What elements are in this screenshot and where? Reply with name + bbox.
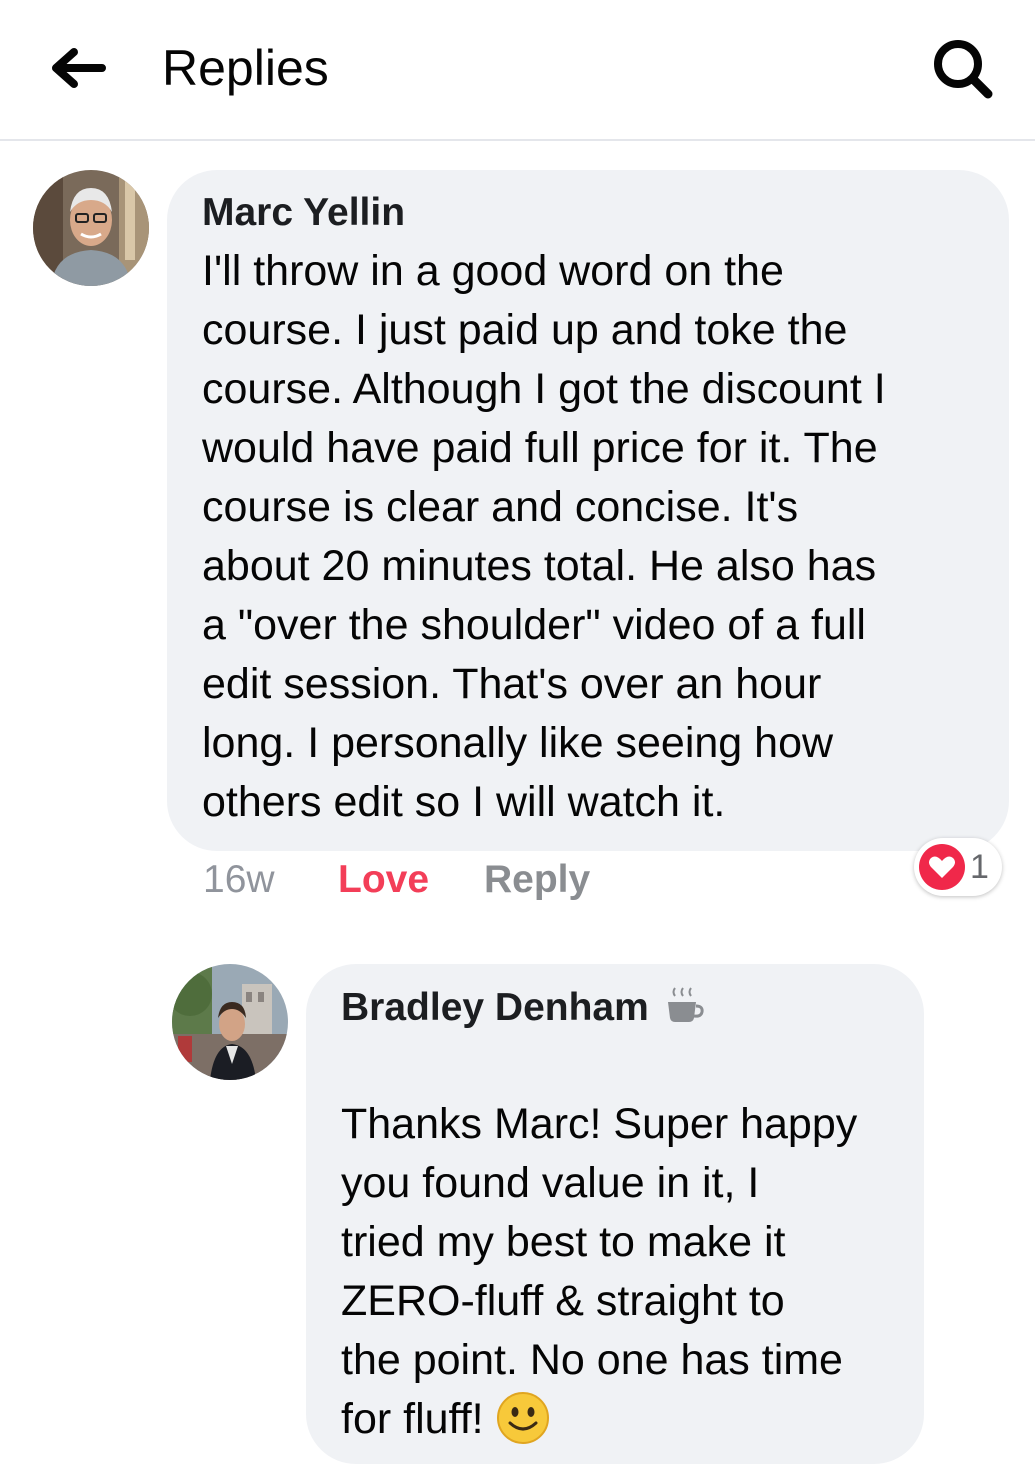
search-button[interactable] [928,34,998,104]
avatar[interactable] [172,964,288,1080]
love-reaction-button[interactable]: Love [338,857,429,903]
reply-text: Thanks Marc! Super happy you found value… [341,1100,858,1443]
top-bar: Replies [0,0,1035,141]
heart-icon [919,844,965,890]
comment-text: Thanks Marc! Super happy you found value… [341,1036,911,1449]
reply-button[interactable]: Reply [484,857,590,903]
search-icon [934,40,993,99]
back-button[interactable] [50,40,110,96]
reaction-summary[interactable]: 1 [914,838,1002,896]
avatar[interactable] [33,170,149,286]
coffee-cup-icon [667,987,704,1022]
comment-author[interactable]: Marc Yellin [202,190,405,236]
comment-author[interactable]: Bradley Denham [341,984,704,1031]
comment-bubble: Marc Yellin I'll throw in a good word on… [167,170,1009,851]
arrow-left-icon [52,48,106,88]
reaction-count: 1 [970,848,989,886]
comment-text: I'll throw in a good word on the course.… [202,247,886,826]
author-name: Bradley Denham [341,986,649,1029]
reply-bubble: Bradley Denham Thanks Marc! Super happy … [306,964,924,1464]
page-title: Replies [162,40,329,96]
smiley-emoji-icon [496,1392,549,1444]
comment-timestamp[interactable]: 16w [203,857,275,903]
